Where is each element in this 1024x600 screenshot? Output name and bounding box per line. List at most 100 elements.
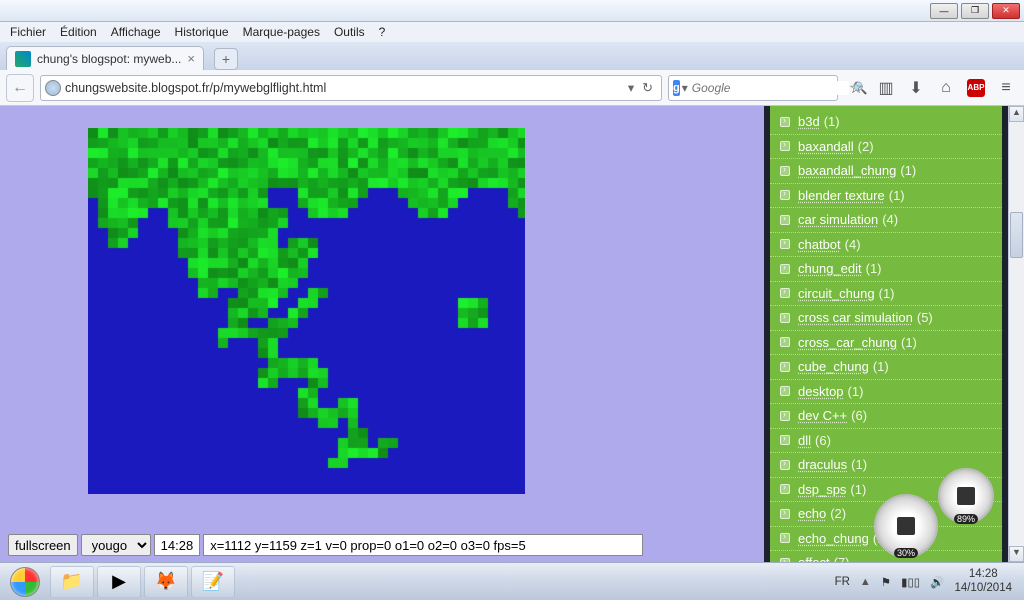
- menu-edition[interactable]: Édition: [54, 24, 103, 40]
- tab-strip: chung's blogspot: myweb... × +: [0, 42, 1024, 70]
- tag-link[interactable]: car simulation: [798, 212, 878, 227]
- maximize-button[interactable]: ❐: [961, 3, 989, 19]
- bullet-icon: [780, 288, 790, 298]
- tag-item[interactable]: chung_edit (1): [770, 257, 1002, 282]
- tag-link[interactable]: cross car simulation: [798, 310, 913, 325]
- scroll-track[interactable]: [1009, 122, 1024, 546]
- menu-historique[interactable]: Historique: [169, 24, 235, 40]
- tag-item[interactable]: dev C++ (6): [770, 404, 1002, 429]
- tag-link[interactable]: dll: [798, 433, 811, 448]
- vertical-scrollbar[interactable]: ▲ ▼: [1008, 106, 1024, 562]
- bookmark-star-icon[interactable]: ☆: [844, 76, 868, 100]
- tag-count: (2): [858, 139, 874, 154]
- tag-link[interactable]: dsp_sps: [798, 482, 846, 497]
- tag-item[interactable]: baxandall_chung (1): [770, 159, 1002, 184]
- tag-item[interactable]: baxandall (2): [770, 135, 1002, 160]
- tag-link[interactable]: echo: [798, 506, 826, 521]
- start-button[interactable]: [4, 566, 46, 598]
- url-bar[interactable]: chungswebsite.blogspot.fr/p/mywebglfligh…: [40, 75, 662, 101]
- tag-link[interactable]: draculus: [798, 457, 847, 472]
- tag-link[interactable]: cube_chung: [798, 359, 869, 374]
- tag-link[interactable]: b3d: [798, 114, 820, 129]
- tag-item[interactable]: dsp_sps (1): [770, 478, 1002, 503]
- fullscreen-button[interactable]: fullscreen: [8, 534, 78, 556]
- search-box[interactable]: g ▾ 🔍: [668, 75, 838, 101]
- tray-flag-icon[interactable]: ⚑: [881, 575, 891, 589]
- sidebar: b3d (1)baxandall (2)baxandall_chung (1)b…: [764, 106, 1008, 562]
- tag-count: (1): [850, 482, 866, 497]
- scroll-thumb[interactable]: [1010, 212, 1023, 258]
- tag-item[interactable]: cube_chung (1): [770, 355, 1002, 380]
- tag-link[interactable]: dev C++: [798, 408, 847, 423]
- tag-list: b3d (1)baxandall (2)baxandall_chung (1)b…: [770, 106, 1002, 562]
- tag-link[interactable]: desktop: [798, 384, 844, 399]
- tray-volume-icon[interactable]: 🔊: [930, 575, 944, 589]
- tag-item[interactable]: effect (7): [770, 551, 1002, 562]
- mode-select[interactable]: yougo: [81, 534, 151, 556]
- tag-link[interactable]: chatbot: [798, 237, 841, 252]
- tag-link[interactable]: chung_edit: [798, 261, 862, 276]
- tray-expand-icon[interactable]: ▲: [860, 576, 871, 588]
- scroll-down-icon[interactable]: ▼: [1009, 546, 1024, 562]
- tag-count: (6): [851, 408, 867, 423]
- tag-item[interactable]: cross_car_chung (1): [770, 331, 1002, 356]
- tag-item[interactable]: b3d (1): [770, 110, 1002, 135]
- menubar: Fichier Édition Affichage Historique Mar…: [0, 22, 1024, 42]
- task-firefox[interactable]: 🦊: [144, 566, 188, 598]
- tag-item[interactable]: car simulation (4): [770, 208, 1002, 233]
- tag-item[interactable]: draculus (1): [770, 453, 1002, 478]
- page-main: fullscreen yougo 14:28 x=1112 y=1159 z=1…: [0, 106, 764, 562]
- url-history-dropdown-icon[interactable]: ▾: [624, 80, 638, 95]
- home-icon[interactable]: ⌂: [934, 76, 958, 100]
- tag-count: (1): [873, 359, 889, 374]
- back-button[interactable]: ←: [6, 74, 34, 102]
- tag-link[interactable]: effect: [798, 555, 830, 562]
- reload-button[interactable]: ↻: [638, 80, 657, 96]
- minimize-button[interactable]: —: [930, 3, 958, 19]
- new-tab-button[interactable]: +: [214, 48, 238, 70]
- browser-tab[interactable]: chung's blogspot: myweb... ×: [6, 46, 204, 70]
- scroll-up-icon[interactable]: ▲: [1009, 106, 1024, 122]
- hamburger-menu-icon[interactable]: ≡: [994, 76, 1018, 100]
- task-notepadpp[interactable]: 📝: [191, 566, 235, 598]
- tag-item[interactable]: echo (2): [770, 502, 1002, 527]
- tag-item[interactable]: cross car simulation (5): [770, 306, 1002, 331]
- task-explorer[interactable]: 📁: [50, 566, 94, 598]
- bullet-icon: [780, 215, 790, 225]
- system-tray: FR ▲ ⚑ ▮▯▯ 🔊 14:28 14/10/2014: [835, 568, 1020, 594]
- menu-outils[interactable]: Outils: [328, 24, 371, 40]
- webgl-canvas[interactable]: [88, 128, 525, 494]
- search-engine-dropdown-icon[interactable]: ▾: [682, 81, 688, 95]
- tag-item[interactable]: blender texture (1): [770, 184, 1002, 209]
- tag-link[interactable]: baxandall_chung: [798, 163, 896, 178]
- tray-clock[interactable]: 14:28 14/10/2014: [954, 568, 1012, 594]
- tag-link[interactable]: echo_chung: [798, 531, 869, 546]
- menu-fichier[interactable]: Fichier: [4, 24, 52, 40]
- tab-close-icon[interactable]: ×: [187, 51, 195, 66]
- tray-lang[interactable]: FR: [835, 576, 850, 588]
- tag-item[interactable]: echo_chung (1): [770, 527, 1002, 552]
- close-button[interactable]: ✕: [992, 3, 1020, 19]
- tag-link[interactable]: circuit_chung: [798, 286, 875, 301]
- tag-item[interactable]: dll (6): [770, 429, 1002, 454]
- menu-help[interactable]: ?: [373, 24, 392, 40]
- url-text: chungswebsite.blogspot.fr/p/mywebglfligh…: [65, 81, 624, 95]
- search-input[interactable]: [692, 81, 849, 95]
- search-engine-icon[interactable]: g: [673, 80, 680, 96]
- task-media-player[interactable]: ▶: [97, 566, 141, 598]
- tag-item[interactable]: chatbot (4): [770, 233, 1002, 258]
- downloads-icon[interactable]: ⬇: [904, 76, 928, 100]
- tray-network-icon[interactable]: ▮▯▯: [901, 575, 920, 589]
- reading-list-icon[interactable]: ▥: [874, 76, 898, 100]
- tag-link[interactable]: baxandall: [798, 139, 854, 154]
- content-area: fullscreen yougo 14:28 x=1112 y=1159 z=1…: [0, 106, 1024, 562]
- adblock-icon[interactable]: ABP: [964, 76, 988, 100]
- site-identity-icon[interactable]: [45, 80, 61, 96]
- bullet-icon: [780, 386, 790, 396]
- tag-item[interactable]: desktop (1): [770, 380, 1002, 405]
- menu-affichage[interactable]: Affichage: [105, 24, 167, 40]
- tag-link[interactable]: blender texture: [798, 188, 885, 203]
- tag-link[interactable]: cross_car_chung: [798, 335, 897, 350]
- tag-item[interactable]: circuit_chung (1): [770, 282, 1002, 307]
- menu-marque-pages[interactable]: Marque-pages: [237, 24, 326, 40]
